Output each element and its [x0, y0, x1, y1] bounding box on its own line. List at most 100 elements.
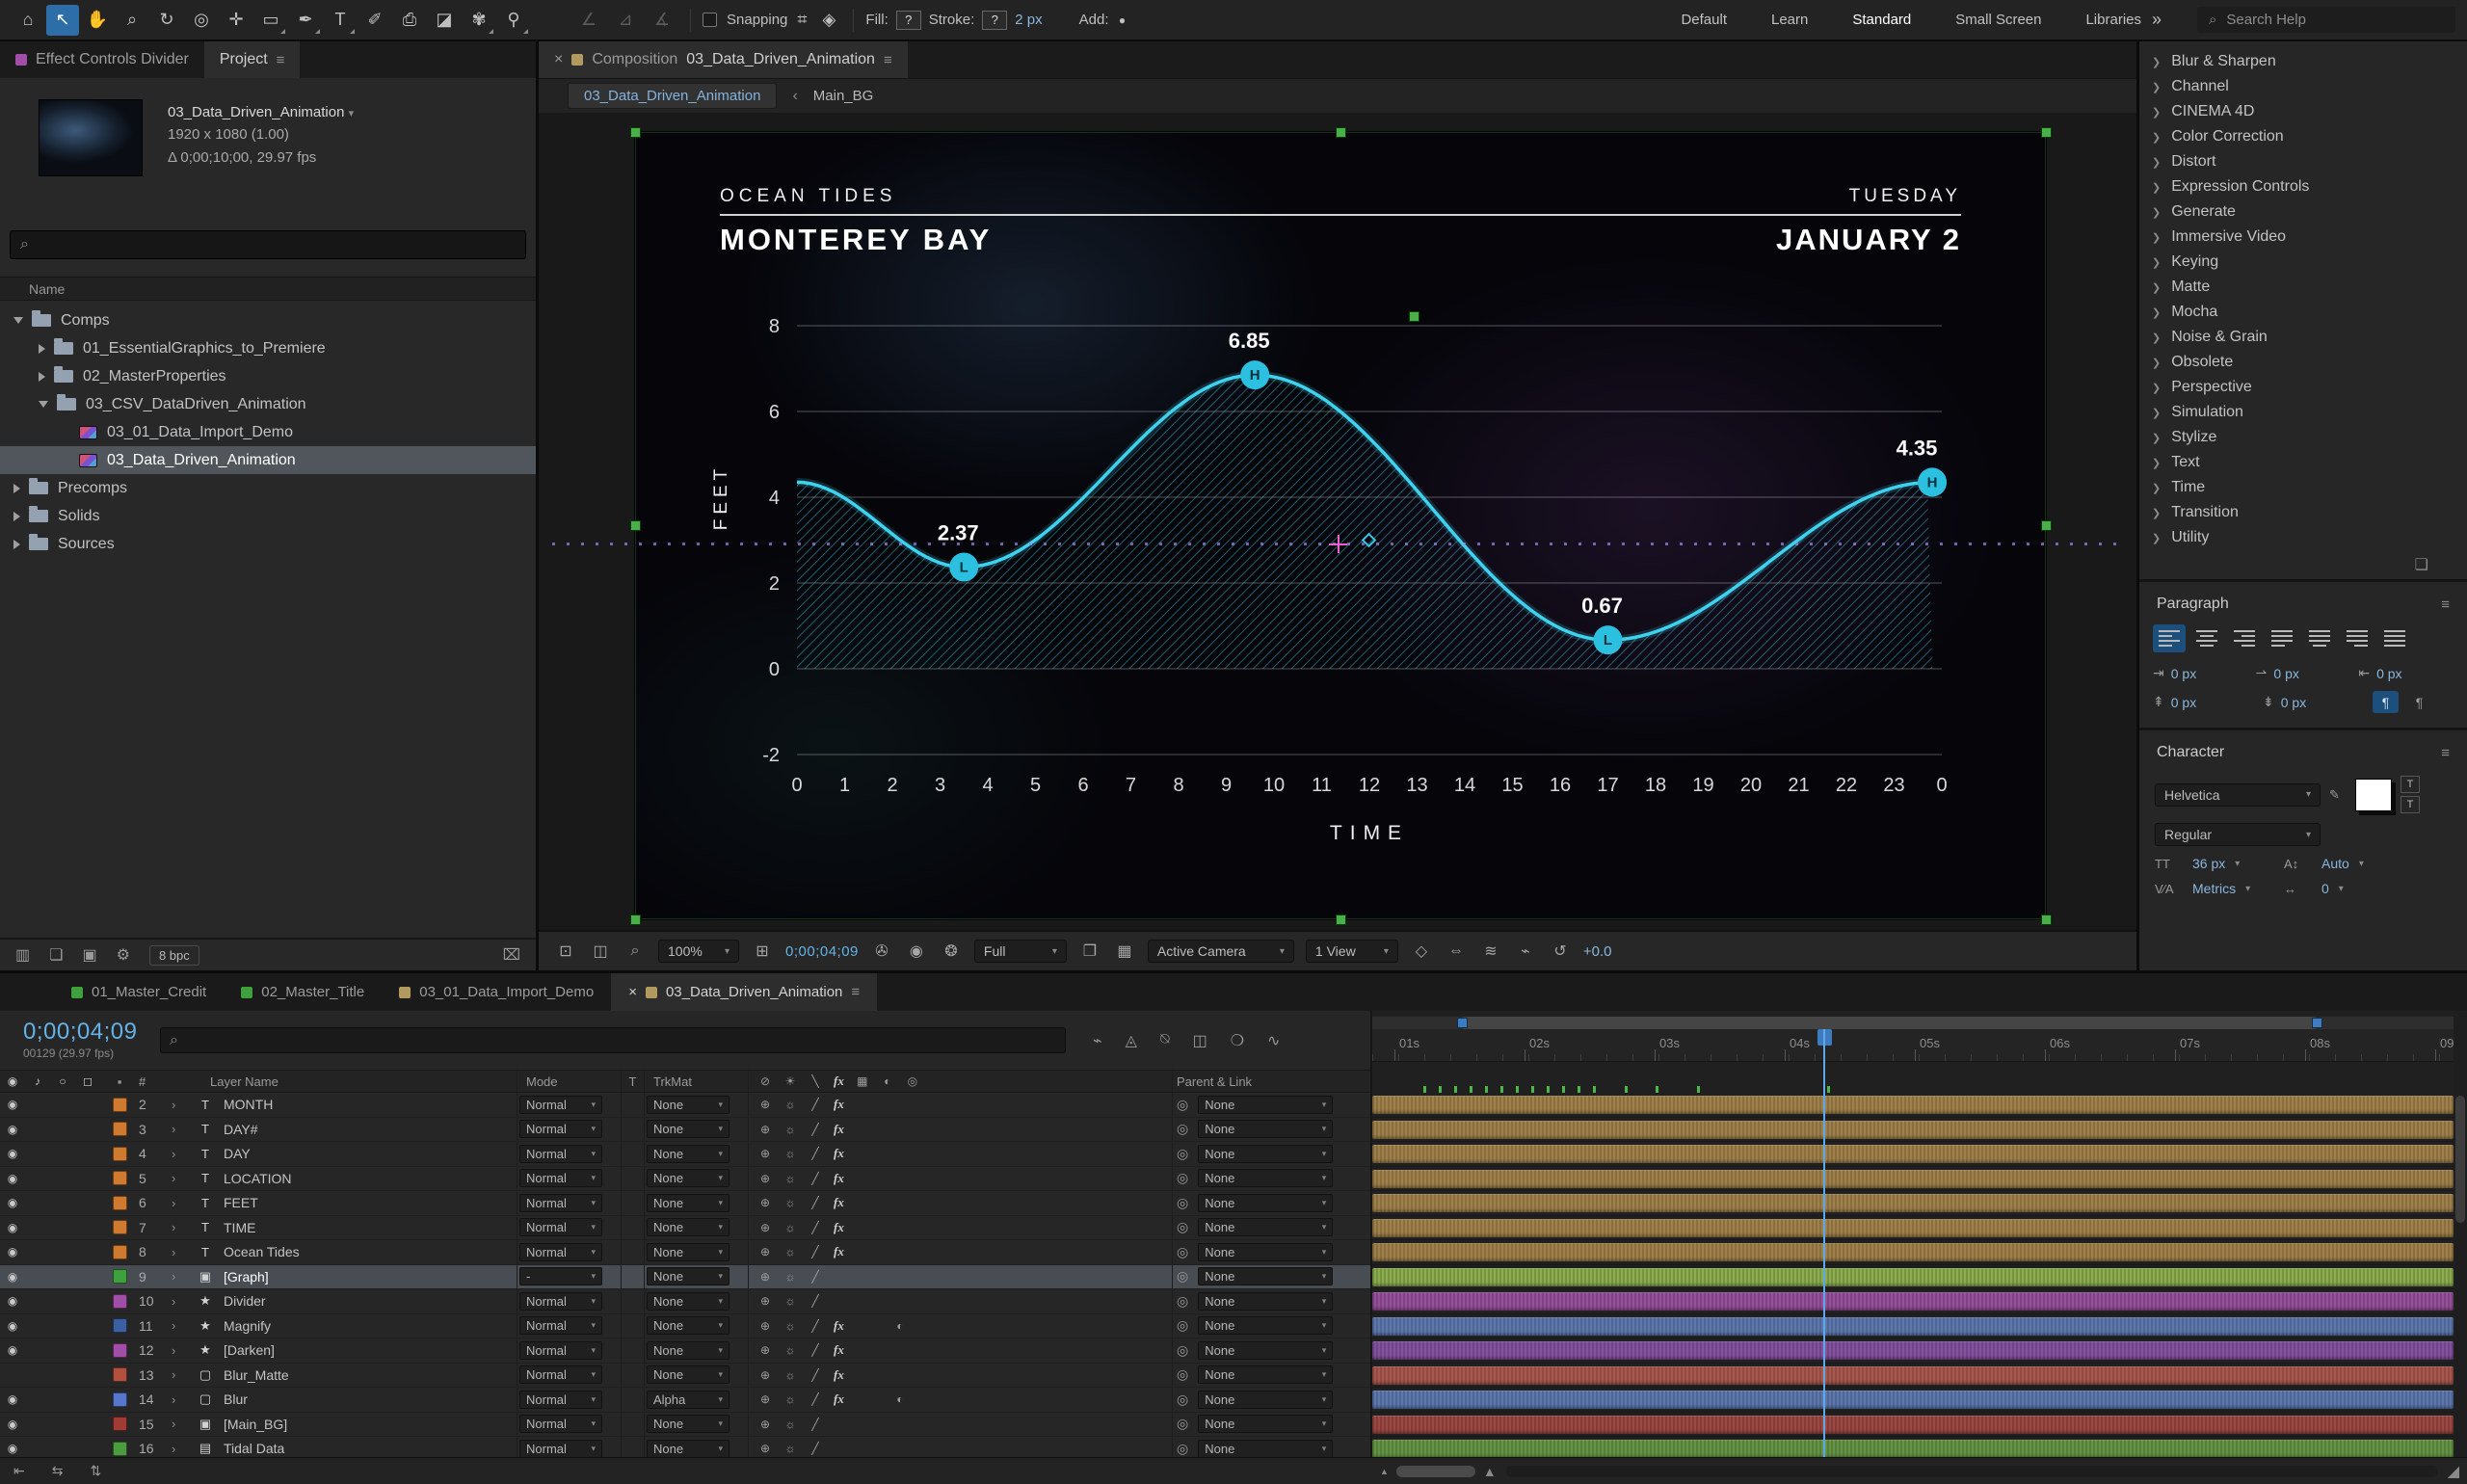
pixel-aspect-icon[interactable]: ⇔ [1445, 942, 1468, 960]
workspace-standard[interactable]: Standard [1852, 12, 1911, 28]
text-color-swatch[interactable] [2355, 779, 2392, 811]
layer-selection-handle[interactable] [1336, 127, 1346, 138]
tab-composition[interactable]: × Composition 03_Data_Driven_Animation ≡ [539, 41, 908, 78]
tree-item[interactable]: Comps [0, 306, 536, 334]
preview-timecode[interactable]: 0;00;04;09 [785, 943, 859, 960]
layer-label-swatch[interactable] [113, 1245, 127, 1259]
layer-trkmat-dropdown[interactable]: None [647, 1292, 729, 1311]
layer-label-swatch[interactable] [113, 1098, 127, 1112]
layer-selection-handle[interactable] [630, 127, 641, 138]
layer-switch-icon[interactable]: ☼ [783, 1245, 797, 1259]
layer-mode-dropdown[interactable]: Normal [519, 1120, 602, 1138]
indent-control[interactable]: ⇤0 px [2358, 665, 2454, 681]
current-timecode[interactable]: 0;00;04;09 [23, 1020, 156, 1044]
leading-value[interactable]: Auto [2321, 856, 2404, 871]
layer-expand-arrow[interactable]: › [172, 1171, 193, 1185]
layer-switch-icon[interactable]: ╱ [809, 1123, 822, 1136]
font-style-dropdown[interactable]: Regular [2155, 823, 2321, 846]
layer-selection-handle[interactable] [1409, 311, 1419, 322]
snap-option-2-icon[interactable]: ◈ [816, 5, 841, 36]
home-tool[interactable]: ⌂ [12, 5, 44, 36]
keyframe-tick[interactable] [1625, 1086, 1628, 1093]
layer-switch-icon[interactable]: ☼ [783, 1294, 797, 1308]
fast-previews-icon[interactable]: ≋ [1479, 941, 1502, 961]
layer-fx-badge[interactable]: fx [834, 1146, 844, 1161]
layer-name[interactable]: [Darken] [218, 1342, 517, 1358]
breadcrumb-parent[interactable]: Main_BG [813, 88, 874, 104]
layer-mode-dropdown[interactable]: Normal [519, 1145, 602, 1163]
layer-trkmat-dropdown[interactable]: None [647, 1218, 729, 1236]
layer-row[interactable]: ◉14›▢BlurNormalAlpha⊕☼╱fx◐◎None [0, 1388, 1370, 1413]
anchor-point-crosshair[interactable] [1329, 535, 1347, 553]
fill-swatch[interactable]: ? [896, 11, 921, 30]
layer-switch-icon[interactable]: ☼ [783, 1418, 797, 1431]
layer-label-swatch[interactable] [113, 1442, 127, 1456]
parent-pickwhip-icon[interactable]: ◎ [1177, 1244, 1188, 1260]
layer-visibility-toggle[interactable]: ◉ [0, 1147, 25, 1160]
justify-last-center-button[interactable] [2303, 624, 2336, 652]
layer-fx-badge[interactable]: fx [834, 1391, 844, 1407]
view-layout-icon[interactable]: ◫ [589, 941, 612, 961]
layer-label-swatch[interactable] [113, 1294, 127, 1309]
parent-pickwhip-icon[interactable]: ◎ [1177, 1416, 1188, 1432]
snapping-checkbox[interactable] [703, 13, 717, 27]
layer-switch-icon[interactable]: ⊕ [758, 1245, 772, 1259]
layer-visibility-toggle[interactable]: ◉ [0, 1294, 25, 1308]
layer-mode-dropdown[interactable]: Normal [519, 1096, 602, 1114]
layer-selection-handle[interactable] [2041, 914, 2052, 925]
hand-tool[interactable]: ✋ [81, 5, 114, 36]
layer-name[interactable]: DAY [218, 1146, 517, 1161]
parent-pickwhip-icon[interactable]: ◎ [1177, 1146, 1188, 1162]
layer-visibility-toggle[interactable]: ◉ [0, 1418, 25, 1431]
tree-item[interactable]: Solids [0, 502, 536, 530]
layer-parent-dropdown[interactable]: None [1198, 1096, 1333, 1114]
keyframe-tick[interactable] [1439, 1086, 1442, 1093]
magnification-dropdown[interactable]: 100% [658, 940, 739, 963]
layer-mode-dropdown[interactable]: Normal [519, 1292, 602, 1311]
zoom-in-icon[interactable]: ▲ [1483, 1464, 1497, 1479]
layer-switch-icon[interactable]: ☼ [783, 1196, 797, 1209]
layer-trkmat-dropdown[interactable]: None [647, 1415, 729, 1433]
layer-parent-dropdown[interactable]: None [1198, 1267, 1333, 1285]
layer-name[interactable]: Tidal Data [218, 1441, 517, 1456]
layer-duration-bar[interactable] [1372, 1440, 2454, 1457]
layer-row[interactable]: ◉10›★DividerNormalNone⊕☼╱◎None [0, 1289, 1370, 1314]
justify-all-button[interactable] [2378, 624, 2411, 652]
eyedropper-icon[interactable]: ✎ [2329, 787, 2347, 803]
camera-orbit-tool[interactable]: ◎ [185, 5, 218, 36]
selection-tool[interactable]: ↖ [46, 5, 79, 36]
layer-switch-icon[interactable]: ⊕ [758, 1319, 772, 1333]
layer-mode-dropdown[interactable]: Normal [519, 1316, 602, 1335]
layer-parent-dropdown[interactable]: None [1198, 1440, 1333, 1457]
effects-category[interactable]: ❯Text [2139, 450, 2467, 475]
layer-visibility-toggle[interactable]: ◉ [0, 1172, 25, 1185]
layer-expand-arrow[interactable]: › [172, 1147, 193, 1161]
layer-row[interactable]: ◉7›TTIMENormalNone⊕☼╱fx◎None [0, 1216, 1370, 1241]
layer-switch-icon[interactable]: ⊕ [758, 1294, 772, 1308]
layer-switch-icon[interactable]: ⊕ [758, 1442, 772, 1455]
kerning-value[interactable]: Metrics [2192, 881, 2275, 896]
effects-category[interactable]: ❯Noise & Grain [2139, 325, 2467, 350]
layer-expand-arrow[interactable]: › [172, 1220, 193, 1234]
effects-category[interactable]: ❯Simulation [2139, 400, 2467, 425]
layer-duration-bar[interactable] [1372, 1416, 2454, 1434]
layer-mode-dropdown[interactable]: Normal [519, 1391, 602, 1409]
layer-fx-badge[interactable]: fx [834, 1367, 844, 1383]
view-layout-dropdown[interactable]: 1 View [1306, 940, 1398, 963]
layer-duration-bar[interactable] [1372, 1194, 2454, 1212]
work-area-start-handle[interactable] [1457, 1018, 1468, 1028]
layer-motion-blur-dot[interactable]: ◐ [893, 1392, 907, 1406]
workspace-small-screen[interactable]: Small Screen [1955, 12, 2041, 28]
layer-row[interactable]: ◉6›TFEETNormalNone⊕☼╱fx◎None [0, 1191, 1370, 1216]
layer-fx-badge[interactable]: fx [834, 1342, 844, 1358]
layer-name[interactable]: Blur_Matte [218, 1367, 517, 1383]
effects-category[interactable]: ❯Utility [2139, 525, 2467, 550]
zoom-tool[interactable]: ⌕ [116, 5, 148, 36]
workspace-default[interactable]: Default [1681, 12, 1727, 28]
workspace-learn[interactable]: Learn [1771, 12, 1808, 28]
tab-effect-controls[interactable]: Effect Controls Divider [0, 41, 204, 78]
layer-expand-arrow[interactable]: › [172, 1392, 193, 1407]
disclosure-triangle-icon[interactable] [39, 344, 45, 354]
layer-mode-dropdown[interactable]: Normal [519, 1169, 602, 1187]
layer-expand-arrow[interactable]: › [172, 1245, 193, 1259]
